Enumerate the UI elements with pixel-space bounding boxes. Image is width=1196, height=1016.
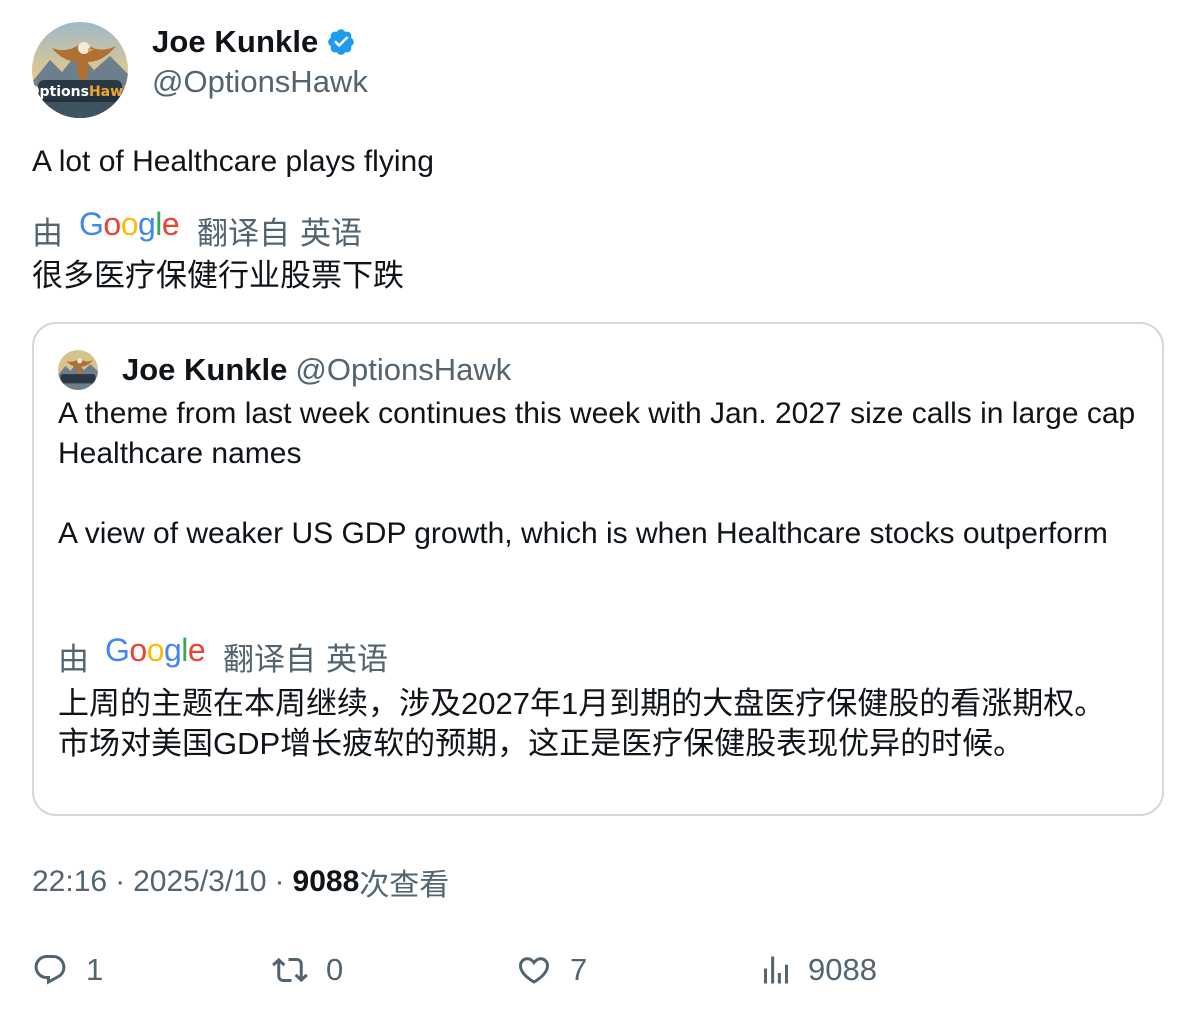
repost-button[interactable]: 0: [272, 948, 343, 992]
translation-attribution: 由 Google 翻译自 英语: [32, 206, 362, 253]
svg-text:Google: Google: [79, 207, 179, 242]
views-count: 9088: [292, 865, 360, 898]
author-names: Joe Kunkle @OptionsHawk: [152, 22, 368, 100]
quoted-tweet-text: A theme from last week continues this we…: [58, 394, 1138, 554]
svg-text:Google: Google: [105, 633, 205, 668]
repost-icon: [272, 952, 308, 988]
reply-count: 1: [86, 952, 104, 987]
quoted-display-name: Joe Kunkle: [122, 352, 288, 387]
quoted-tweet[interactable]: Joe Kunkle @OptionsHawk A theme from las…: [32, 322, 1164, 816]
svg-text:OptionsHawk: OptionsHawk: [32, 84, 128, 100]
quoted-translation-attribution: 由 Google 翻译自 英语: [58, 632, 388, 679]
like-icon: [516, 952, 552, 988]
meta-separator: ·: [274, 865, 285, 898]
quoted-avatar: [58, 350, 98, 390]
verified-badge-icon: [326, 27, 356, 57]
translate-from-label: 翻译自: [197, 215, 290, 251]
quoted-paragraph-1: A theme from last week continues this we…: [58, 397, 1136, 470]
tweet-time[interactable]: 22:16: [32, 865, 107, 899]
quoted-handle: @OptionsHawk: [295, 352, 512, 387]
tweet-date[interactable]: 2025/3/10: [133, 865, 266, 899]
translate-language: 英语: [300, 215, 362, 251]
repost-count: 0: [326, 952, 344, 987]
quoted-translate-from-label: 翻译自: [223, 641, 316, 677]
quoted-translate-language: 英语: [326, 641, 388, 677]
author-handle[interactable]: @OptionsHawk: [152, 64, 368, 100]
quoted-paragraph-2: A view of weaker US GDP growth, which is…: [58, 517, 1108, 550]
avatar[interactable]: OptionsHawk: [32, 22, 128, 118]
author-display-name[interactable]: Joe Kunkle: [152, 24, 318, 60]
meta-separator: ·: [115, 865, 126, 898]
views-button[interactable]: 9088: [758, 948, 877, 992]
reply-icon: [32, 952, 68, 988]
google-logo: Google: [79, 206, 180, 253]
translate-by-label: 由: [32, 215, 63, 251]
quoted-tweet-header: Joe Kunkle @OptionsHawk: [58, 348, 511, 392]
quoted-google-logo: Google: [105, 632, 206, 679]
quoted-translate-by-label: 由: [58, 641, 89, 677]
views-action-count: 9088: [808, 952, 877, 987]
reply-button[interactable]: 1: [32, 948, 103, 992]
tweet: OptionsHawk Joe Kunkle @OptionsHawk A lo…: [32, 22, 1164, 987]
tweet-actions: 1 0 7 9088: [32, 948, 1164, 992]
avatar-image: OptionsHawk: [32, 22, 128, 118]
tweet-text: A lot of Healthcare plays flying: [32, 145, 434, 178]
tweet-header: OptionsHawk Joe Kunkle @OptionsHawk: [32, 22, 1164, 122]
tweet-translation: 很多医疗保健行业股票下跌: [32, 258, 404, 293]
tweet-meta: 22:16 · 2025/3/10 · 9088 次查看: [32, 860, 449, 904]
like-button[interactable]: 7: [516, 948, 587, 992]
views-icon: [758, 952, 794, 988]
quoted-tweet-translation: 上周的主题在本周继续，涉及2027年1月到期的大盘医疗保健股的看涨期权。 市场对…: [58, 686, 1106, 761]
like-count: 7: [570, 952, 588, 987]
views-label: 次查看: [359, 869, 450, 902]
